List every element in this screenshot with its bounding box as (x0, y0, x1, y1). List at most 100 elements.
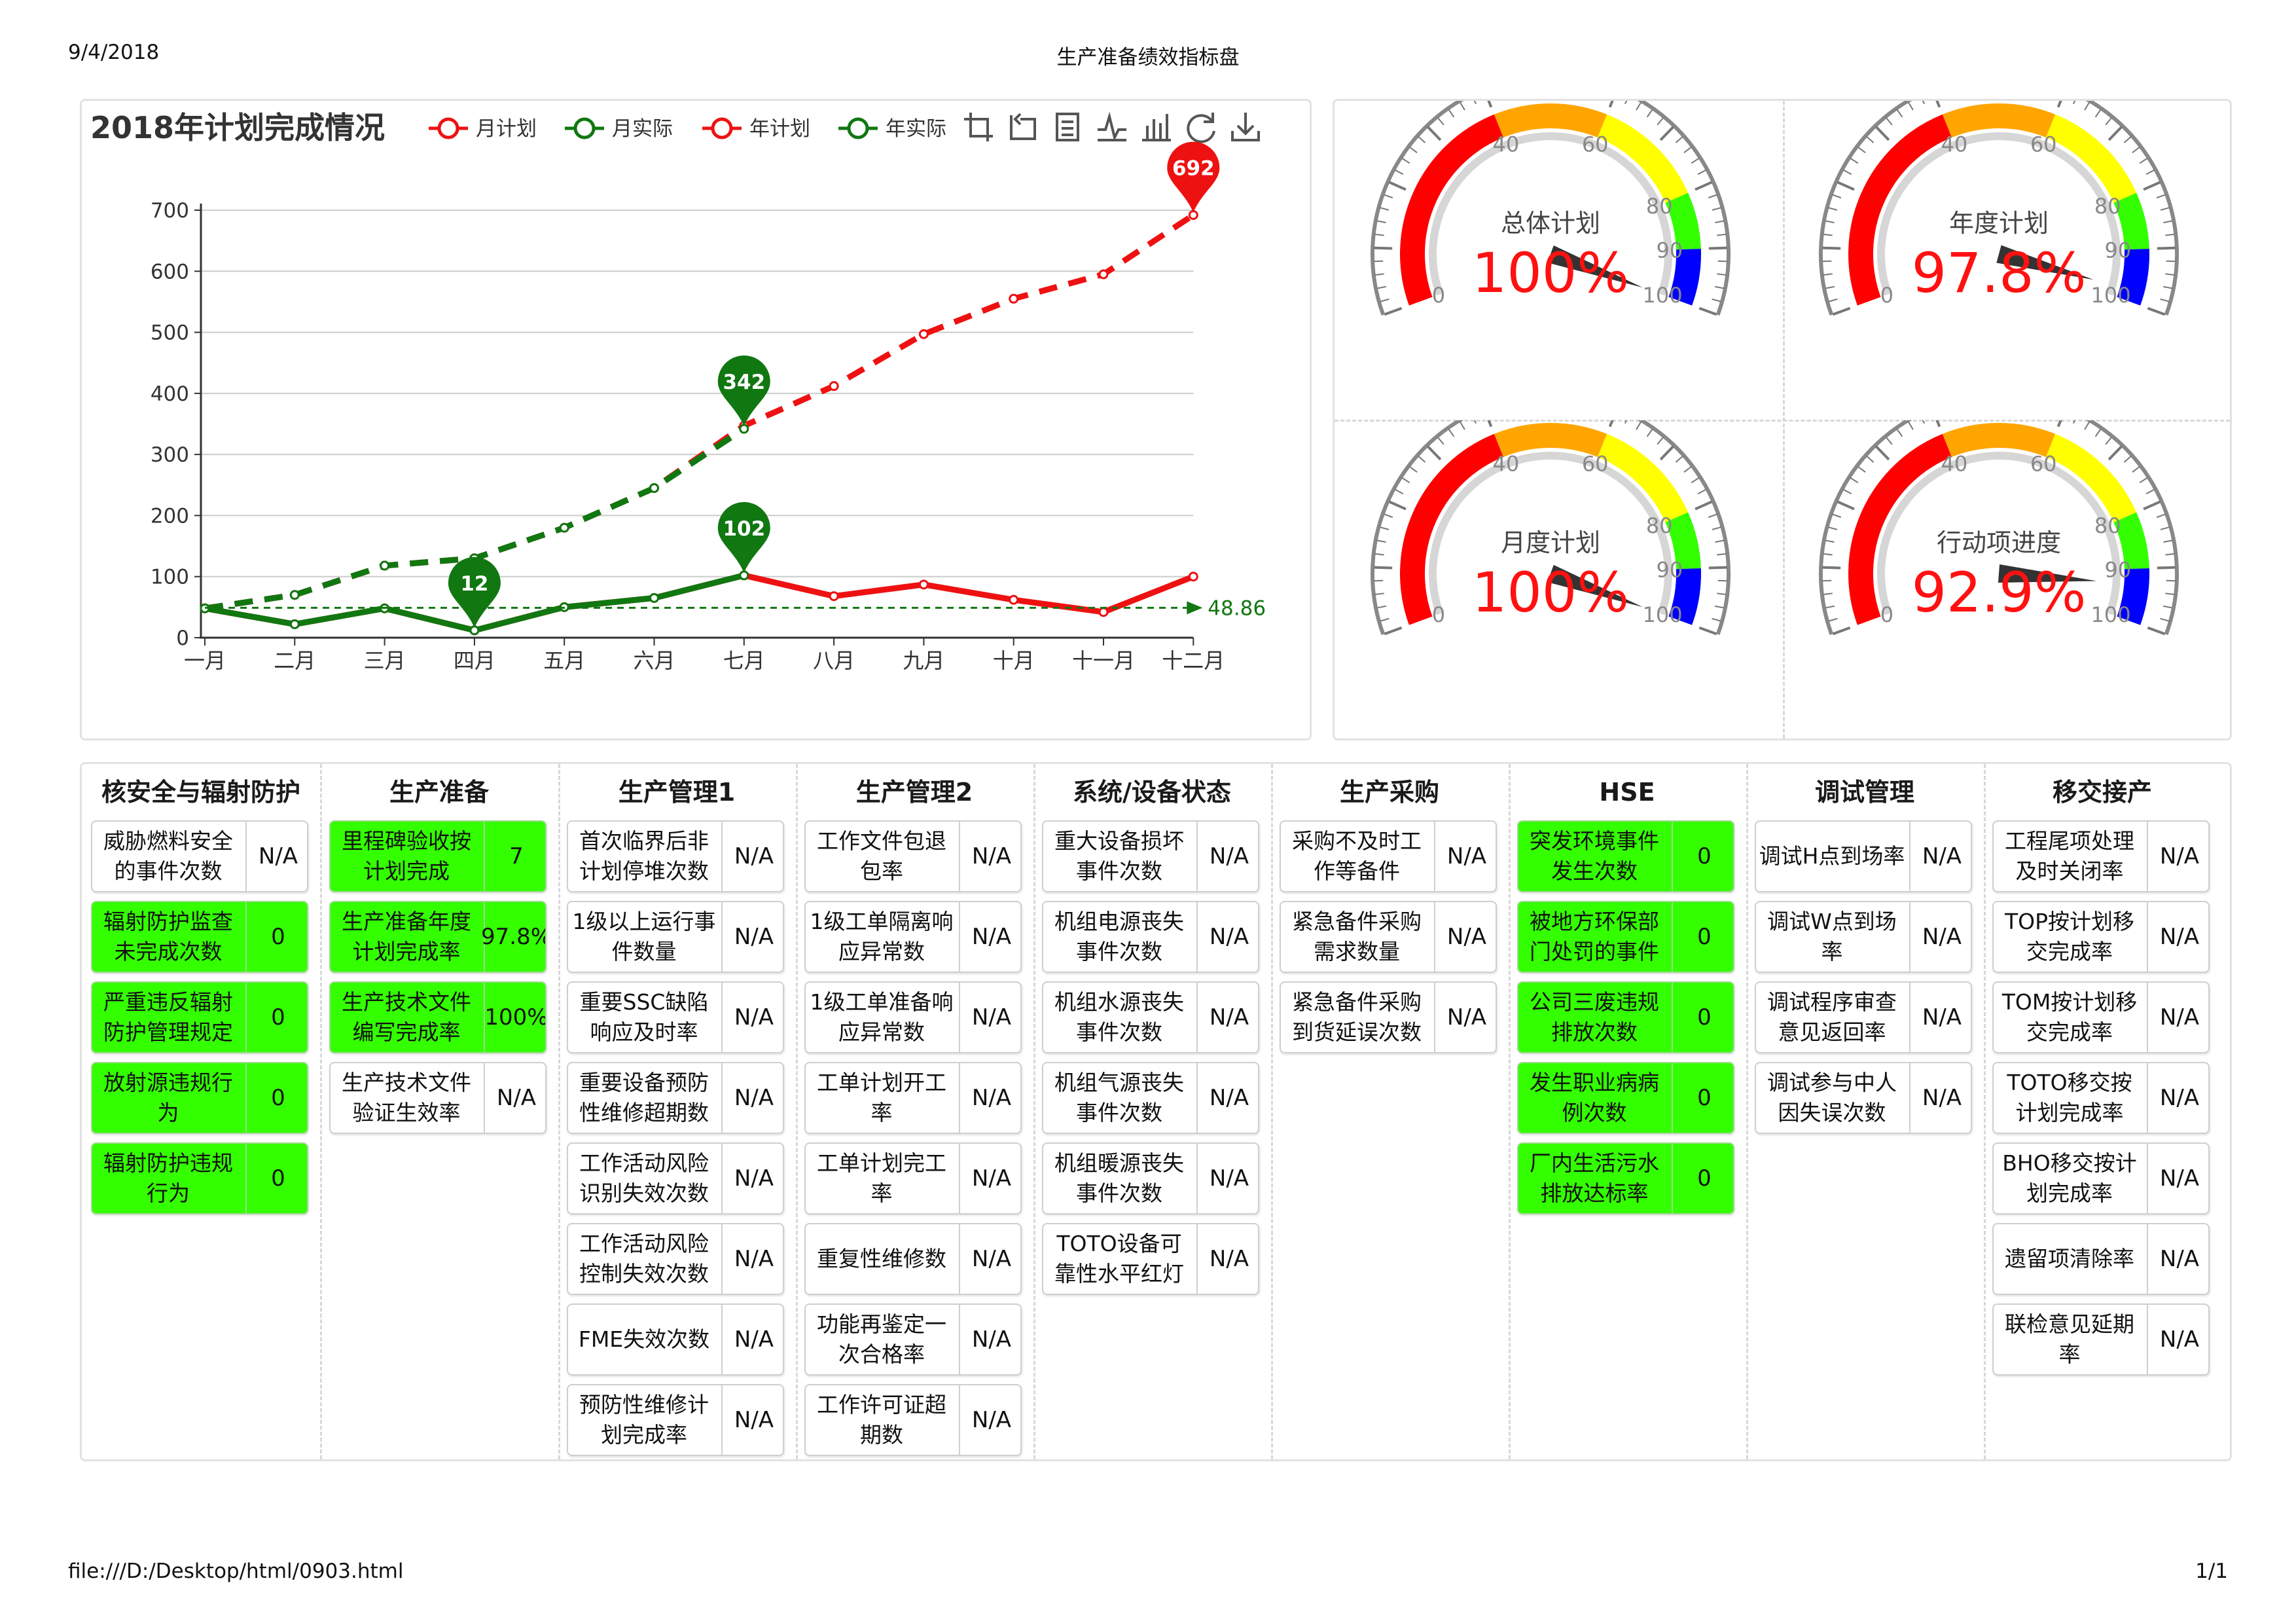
kpi-card[interactable]: 工程尾项处理及时关闭率 N/A (1992, 820, 2210, 892)
kpi-card[interactable]: 联检意见延期率 N/A (1992, 1304, 2210, 1376)
series-point[interactable] (649, 483, 659, 493)
kpi-card[interactable]: TOM按计划移交完成率 N/A (1992, 981, 2210, 1053)
legend-item[interactable]: 月实际 (565, 117, 673, 141)
series-point[interactable] (1098, 607, 1109, 617)
kpi-card[interactable]: 调试H点到场率 N/A (1755, 820, 1972, 892)
kpi-label: TOTO移交按计划完成率 (2007, 1070, 2132, 1125)
gauge-tick (2143, 500, 2161, 511)
kpi-card[interactable]: 预防性维修计划完成率 N/A (567, 1384, 784, 1456)
download-icon[interactable] (1229, 110, 1263, 144)
kpi-label: TOM按计划移交完成率 (2001, 989, 2138, 1045)
gauge-tick (1843, 488, 1852, 495)
gauge-tick (1401, 157, 1410, 164)
kpi-card[interactable]: 功能再鉴定一次合格率 N/A (804, 1304, 1022, 1376)
kpi-card[interactable]: TOP按计划移交完成率 N/A (1992, 901, 2210, 973)
kpi-column-title: 生产管理1 (618, 778, 736, 807)
kpi-card[interactable]: 机组电源丧失事件次数 N/A (1042, 901, 1259, 973)
kpi-card[interactable]: 机组水源丧失事件次数 N/A (1042, 981, 1259, 1053)
series-point[interactable] (918, 329, 929, 339)
kpi-card[interactable]: 调试W点到场率 N/A (1755, 901, 1972, 973)
series-point[interactable] (918, 579, 929, 590)
kpi-value: N/A (959, 1385, 1020, 1455)
kpi-card[interactable]: 重要SSC缺陷响应及时率 N/A (567, 981, 784, 1053)
kpi-card[interactable]: 里程碑验收按计划完成 7 (329, 820, 547, 892)
kpi-card[interactable]: 工单计划开工率 N/A (804, 1062, 1022, 1134)
kpi-card[interactable]: 生产准备年度计划完成率 97.8% (329, 901, 547, 973)
kpi-card[interactable]: 工作活动风险识别失效次数 N/A (567, 1142, 784, 1214)
legend-item[interactable]: 年实际 (838, 117, 946, 141)
kpi-card[interactable]: 遗留项清除率 N/A (1992, 1223, 2210, 1295)
kpi-card[interactable]: 生产技术文件验证生效率 N/A (329, 1062, 547, 1134)
series-point[interactable] (829, 591, 839, 602)
refresh-icon[interactable] (1184, 110, 1218, 144)
print-title: 生产准备绩效指标盘 (1056, 46, 1240, 69)
kpi-card[interactable]: 重要设备预防性维修超期数 N/A (567, 1062, 784, 1134)
kpi-label: 联检意见延期率 (2005, 1311, 2134, 1367)
kpi-label: 发生职业病病例次数 (1530, 1070, 1659, 1125)
series-point[interactable] (649, 593, 659, 603)
kpi-label: 1级工单隔离响应异常数 (810, 909, 954, 964)
kpi-card[interactable]: 工作活动风险控制失效次数 N/A (567, 1223, 784, 1295)
kpi-card[interactable]: 1级以上运行事件数量 N/A (567, 901, 784, 973)
kpi-card[interactable]: TOTO移交按计划完成率 N/A (1992, 1062, 2210, 1134)
kpi-column: 生产准备里程碑验收按计划完成 7 生产准备年度计划完成率 97.8% 生产技术文件编写完… (320, 764, 560, 1459)
kpi-card[interactable]: 1级工单隔离响应异常数 N/A (804, 901, 1022, 973)
legend-item[interactable]: 月计划 (429, 117, 537, 141)
kpi-value: N/A (2147, 822, 2208, 891)
kpi-card[interactable]: 重复性维修数 N/A (804, 1223, 1022, 1295)
kpi-card[interactable]: 工单计划完工率 N/A (804, 1142, 1022, 1214)
series-point[interactable] (380, 560, 390, 571)
series-point[interactable] (289, 590, 300, 600)
kpi-card[interactable]: 机组气源丧失事件次数 N/A (1042, 1062, 1259, 1134)
data-view-icon[interactable] (1050, 110, 1085, 144)
kpi-card[interactable]: 紧急备件采购需求数量 N/A (1280, 901, 1497, 973)
undo-icon[interactable] (1006, 110, 1040, 144)
legend-item[interactable]: 年计划 (702, 117, 810, 141)
crop-icon[interactable] (961, 110, 996, 144)
kpi-column-title: 生产准备 (389, 778, 489, 807)
kpi-card[interactable]: TOTO设备可靠性水平红灯 N/A (1042, 1223, 1259, 1295)
kpi-card[interactable]: 突发环境事件发生次数 0 (1517, 820, 1734, 892)
kpi-card[interactable]: 采购不及时工作等备件 N/A (1280, 820, 1497, 892)
kpi-card[interactable]: 机组暖源丧失事件次数 N/A (1042, 1142, 1259, 1214)
gauge-title: 月度计划 (1501, 528, 1600, 557)
series-point[interactable] (559, 522, 569, 533)
kpi-value: N/A (484, 1063, 545, 1133)
line-chart-icon[interactable] (1095, 110, 1129, 144)
bar-chart-icon[interactable] (1139, 110, 1174, 144)
kpi-label: 机组水源丧失事件次数 (1054, 989, 1184, 1045)
kpi-card[interactable]: 严重违反辐射防护管理规定 0 (91, 981, 308, 1053)
kpi-card[interactable]: 首次临界后非计划停堆次数 N/A (567, 820, 784, 892)
series-point[interactable] (1098, 269, 1109, 280)
kpi-card[interactable]: 紧急备件采购到货延误次数 N/A (1280, 981, 1497, 1053)
kpi-card[interactable]: 公司三废违规排放次数 0 (1517, 981, 1734, 1053)
kpi-card[interactable]: 发生职业病病例次数 0 (1517, 1062, 1734, 1134)
marker-label: 102 (723, 517, 765, 541)
kpi-card[interactable]: 辐射防护违规行为 0 (91, 1142, 308, 1214)
kpi-card[interactable]: 1级工单准备响应异常数 N/A (804, 981, 1022, 1053)
kpi-card[interactable]: FME失效次数 N/A (567, 1304, 784, 1376)
gauge-tick (1675, 455, 1683, 463)
series-point[interactable] (289, 619, 300, 629)
kpi-value: N/A (959, 983, 1020, 1052)
series-point[interactable] (1009, 293, 1019, 304)
kpi-card[interactable]: 重大设备损坏事件次数 N/A (1042, 820, 1259, 892)
series-point[interactable] (1009, 594, 1019, 605)
kpi-card[interactable]: 工作文件包退包率 N/A (804, 820, 1022, 892)
kpi-label: 重大设备损坏事件次数 (1054, 828, 1184, 884)
kpi-card[interactable]: BHO移交按计划完成率 N/A (1992, 1142, 2210, 1214)
kpi-card[interactable]: 调试程序审查意见返回率 N/A (1755, 981, 1972, 1053)
kpi-card[interactable]: 被地方环保部门处罚的事件 0 (1517, 901, 1734, 973)
kpi-card[interactable]: 辐射防护监查未完成次数 0 (91, 901, 308, 973)
kpi-card[interactable]: 调试参与中人因失误次数 N/A (1755, 1062, 1972, 1134)
series-point[interactable] (829, 381, 839, 392)
gauge-tick (1832, 306, 1851, 316)
series-point[interactable] (1188, 572, 1198, 582)
kpi-card[interactable]: 威胁燃料安全的事件次数 N/A (91, 820, 308, 892)
kpi-card[interactable]: 放射源违规行为 0 (91, 1062, 308, 1134)
kpi-card[interactable]: 生产技术文件编写完成率 100% (329, 981, 547, 1053)
gauge-tick (1714, 285, 1725, 289)
gauge-tick (1717, 593, 1727, 595)
kpi-card[interactable]: 厂内生活污水排放达标率 0 (1517, 1142, 1734, 1214)
kpi-card[interactable]: 工作许可证超期数 N/A (804, 1384, 1022, 1456)
